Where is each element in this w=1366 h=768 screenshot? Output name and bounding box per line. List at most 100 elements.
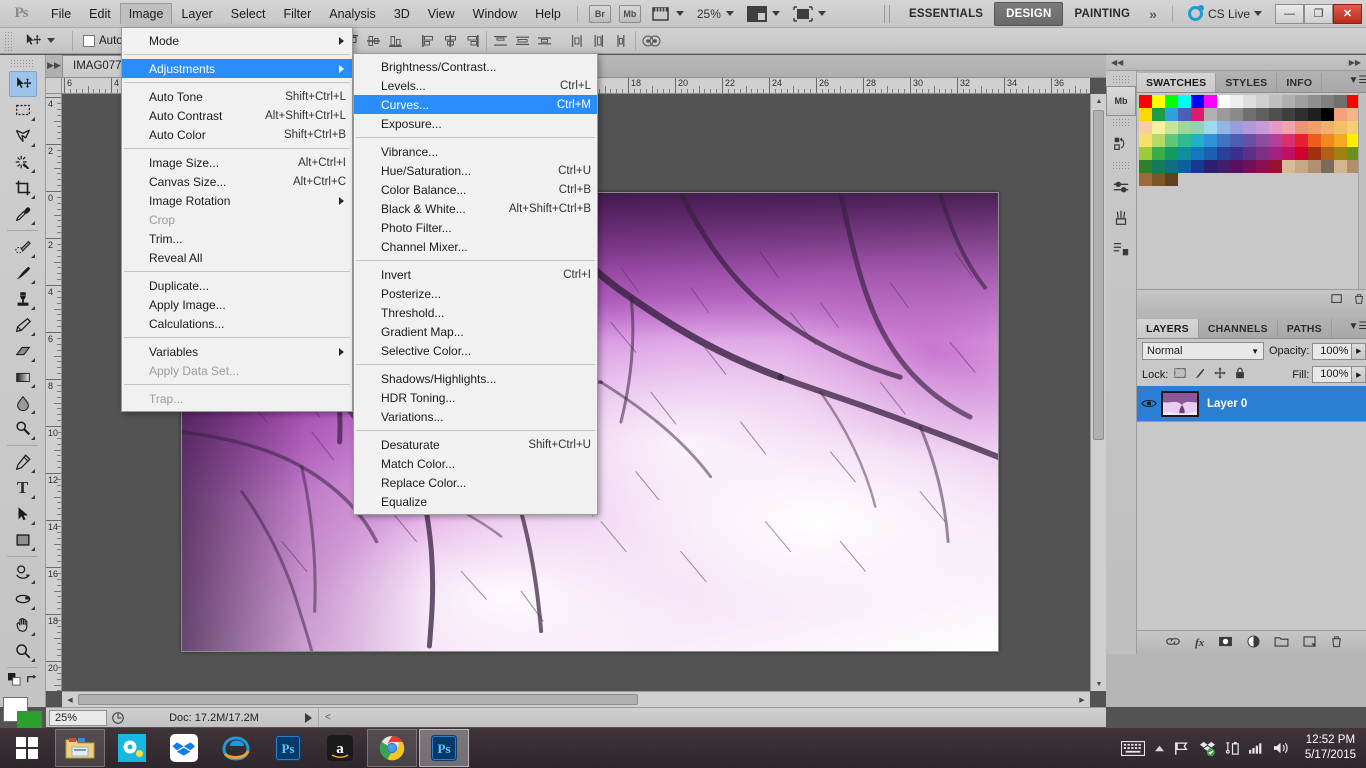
layer-thumbnail[interactable] <box>1161 390 1199 417</box>
vertical-ruler[interactable]: 4202468101214161820222426 <box>46 94 62 691</box>
workspace-painting[interactable]: PAINTING <box>1063 3 1141 25</box>
adjustments-menu-item-vibrance[interactable]: Vibrance... <box>354 142 597 161</box>
menu-filter[interactable]: Filter <box>274 3 320 25</box>
color-swatch[interactable] <box>1191 95 1204 108</box>
menu-select[interactable]: Select <box>222 3 275 25</box>
color-swatch[interactable] <box>1139 147 1152 160</box>
add-layer-mask-icon[interactable] <box>1218 636 1233 650</box>
menu-3d[interactable]: 3D <box>385 3 419 25</box>
color-swatch[interactable] <box>1165 147 1178 160</box>
status-preview-icon[interactable] <box>107 709 129 727</box>
adjustments-menu-item-gradient-map[interactable]: Gradient Map... <box>354 322 597 341</box>
color-swatch[interactable] <box>1230 160 1243 173</box>
color-swatch[interactable] <box>1204 108 1217 121</box>
spot-healing-brush-tool[interactable] <box>9 234 37 260</box>
tab-layers[interactable]: LAYERS <box>1137 319 1199 338</box>
hand-tool[interactable] <box>9 612 37 638</box>
color-swatch[interactable] <box>1282 134 1295 147</box>
lock-all-icon[interactable] <box>1234 367 1246 382</box>
color-swatch[interactable] <box>1243 134 1256 147</box>
expand-panels-icon[interactable]: ▶▶ <box>46 54 62 77</box>
adjustments-menu-item-channel-mixer[interactable]: Channel Mixer... <box>354 237 597 256</box>
color-swatch[interactable] <box>1334 121 1347 134</box>
adjustments-menu-item-match-color[interactable]: Match Color... <box>354 454 597 473</box>
color-swatch[interactable] <box>1217 147 1230 160</box>
minimize-button[interactable]: — <box>1275 3 1304 24</box>
color-swatch[interactable] <box>1139 121 1152 134</box>
color-swatch[interactable] <box>1152 160 1165 173</box>
rail-grip-2[interactable] <box>1112 118 1130 127</box>
color-swatch[interactable] <box>1139 160 1152 173</box>
color-swatch[interactable] <box>1178 147 1191 160</box>
eyedropper-tool[interactable] <box>9 201 37 227</box>
color-swatch[interactable] <box>1295 134 1308 147</box>
tool-preset-picker[interactable] <box>16 32 66 50</box>
show-hidden-icons-icon[interactable] <box>1154 744 1165 753</box>
zoom-field[interactable]: 25% <box>49 709 107 726</box>
adjustments-menu-item-threshold[interactable]: Threshold... <box>354 303 597 322</box>
color-swatch[interactable] <box>1204 134 1217 147</box>
taskbar-amazon[interactable]: a <box>315 729 365 767</box>
distribute-bottom-edges-icon[interactable] <box>537 34 552 48</box>
path-selection-tool[interactable] <box>9 501 37 527</box>
color-swatch[interactable] <box>1217 121 1230 134</box>
view-extras-icon[interactable] <box>651 5 671 23</box>
color-swatch[interactable] <box>1139 108 1152 121</box>
color-swatch[interactable] <box>1282 95 1295 108</box>
color-swatch[interactable] <box>1178 134 1191 147</box>
color-swatch[interactable] <box>1243 160 1256 173</box>
new-group-icon[interactable] <box>1274 636 1289 650</box>
color-swatch[interactable] <box>1269 147 1282 160</box>
color-swatch[interactable] <box>1256 95 1269 108</box>
color-swatch[interactable] <box>1204 147 1217 160</box>
dock-collapse-bar[interactable]: ◀◀ ▶▶ <box>1106 55 1366 71</box>
rectangular-marquee-tool[interactable] <box>9 97 37 123</box>
menu-edit[interactable]: Edit <box>80 3 120 25</box>
taskbar-internet-explorer[interactable] <box>211 729 261 767</box>
clone-stamp-tool[interactable] <box>9 286 37 312</box>
3d-orbit-tool[interactable] <box>9 586 37 612</box>
color-swatch[interactable] <box>1308 160 1321 173</box>
color-swatch[interactable] <box>1269 108 1282 121</box>
color-swatch[interactable] <box>1295 108 1308 121</box>
color-swatch[interactable] <box>1256 108 1269 121</box>
restore-button[interactable]: ❐ <box>1304 3 1333 24</box>
color-swatch[interactable] <box>1243 147 1256 160</box>
color-swatch[interactable] <box>1230 121 1243 134</box>
layers-panel-menu-icon[interactable]: ▼☰ <box>1348 321 1366 332</box>
image-menu-item-image-rotation[interactable]: Image Rotation <box>122 191 352 210</box>
adjustments-menu-item-brightness-contrast[interactable]: Brightness/Contrast... <box>354 57 597 76</box>
image-menu-item-adjustments[interactable]: Adjustments <box>122 59 352 78</box>
workspace-essentials[interactable]: ESSENTIALS <box>898 3 994 25</box>
color-swatch[interactable] <box>1165 95 1178 108</box>
tab-swatches[interactable]: SWATCHES <box>1137 73 1217 92</box>
adjustments-menu-item-exposure[interactable]: Exposure... <box>354 114 597 133</box>
canvas-horizontal-scrollbar[interactable]: ◀ ▶ <box>62 691 1090 707</box>
volume-icon[interactable] <box>1273 741 1290 755</box>
color-swatch[interactable] <box>1152 95 1165 108</box>
scroll-right-arrow[interactable]: ▶ <box>1074 693 1090 707</box>
swatches-scrollbar[interactable] <box>1358 93 1366 289</box>
tab-info[interactable]: INFO <box>1277 73 1323 92</box>
adjustments-submenu-dropdown[interactable]: Brightness/Contrast... Levels... Ctrl+L Cur… <box>353 53 598 515</box>
color-swatch[interactable] <box>1152 108 1165 121</box>
adjustments-menu-item-equalize[interactable]: Equalize <box>354 492 597 511</box>
color-swatch[interactable] <box>1139 134 1152 147</box>
tab-paths[interactable]: PATHS <box>1278 319 1332 338</box>
image-menu-item-auto-color[interactable]: Auto Color Shift+Ctrl+B <box>122 125 352 144</box>
options-bar-grip[interactable] <box>4 30 13 51</box>
align-left-edges-icon[interactable] <box>421 34 436 48</box>
color-swatch[interactable] <box>1230 108 1243 121</box>
color-swatch[interactable] <box>1139 173 1152 186</box>
rail-grip-3[interactable] <box>1112 161 1130 170</box>
fill-stepper-icon[interactable]: ▶ <box>1352 366 1366 383</box>
tab-channels[interactable]: CHANNELS <box>1199 319 1278 338</box>
align-right-edges-icon[interactable] <box>465 34 480 48</box>
menu-window[interactable]: Window <box>464 3 526 25</box>
new-layer-icon[interactable] <box>1303 635 1316 650</box>
taskbar-clock[interactable]: 12:52 PM 5/17/2015 <box>1299 733 1362 763</box>
color-swatch[interactable] <box>1217 160 1230 173</box>
blend-mode-chevron-down-icon[interactable]: ▼ <box>1251 347 1259 356</box>
auto-select-checkbox-box[interactable] <box>83 34 95 47</box>
color-swatch[interactable] <box>1269 95 1282 108</box>
